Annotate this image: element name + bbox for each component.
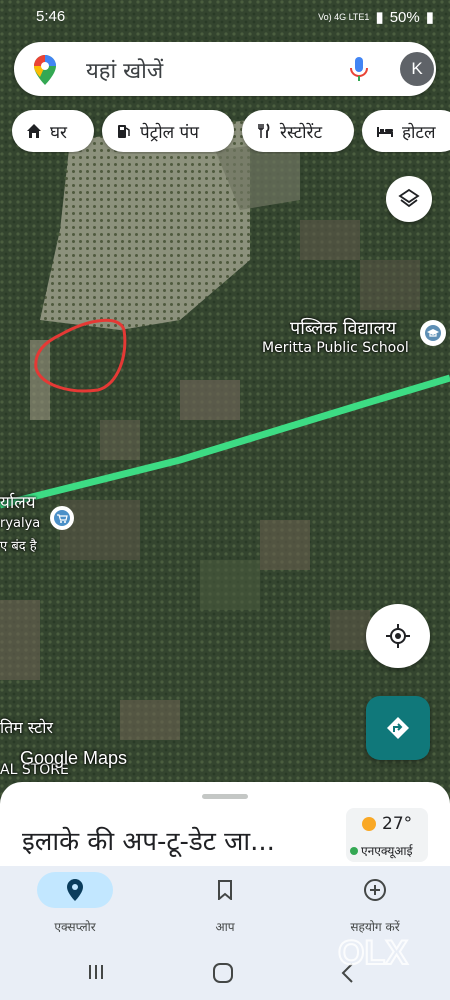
layers-icon (398, 188, 420, 208)
home-button-icon[interactable] (212, 962, 234, 984)
recent-apps-icon[interactable] (86, 962, 106, 982)
bed-icon (377, 127, 393, 137)
battery-icon: ▮ (425, 9, 434, 26)
aqi-label: एनएक्यूआई (361, 844, 413, 858)
sheet-title[interactable]: इलाके की अप-टू-डेट जा... (22, 822, 275, 858)
layers-button[interactable] (386, 176, 432, 222)
map-label-store-3[interactable]: ए बंद है (0, 536, 37, 554)
google-maps-pin-icon (34, 55, 56, 89)
nav-label: एक्सप्लोर (54, 920, 96, 934)
search-placeholder[interactable]: यहां खोजें (86, 55, 163, 85)
explore-pin-icon (67, 879, 83, 901)
shopping-cart-icon (54, 510, 70, 526)
map-label-school-hindi[interactable]: पब्लिक विद्यालय (290, 316, 396, 340)
bookmark-icon (218, 880, 232, 900)
nav-you[interactable]: आप (150, 866, 300, 942)
status-bar: 5:46 Vo) 4G LTE1 ▮ 50% ▮ (0, 0, 450, 34)
chip-label: घर (50, 122, 67, 143)
map-label-store-2[interactable]: ryalya (0, 516, 40, 531)
you-pill (187, 872, 263, 908)
aqi: एनएक्यूआई (350, 842, 412, 859)
chip-petrol-pump[interactable]: पेट्रोल पंप (102, 110, 234, 152)
store-marker[interactable] (50, 506, 74, 530)
explore-pill (37, 872, 113, 908)
chip-label: पेट्रोल पंप (140, 122, 199, 143)
my-location-button[interactable] (366, 604, 430, 668)
chip-label: रेस्टोरेंट (280, 122, 323, 143)
weather-widget[interactable]: 27° एनएक्यूआई (346, 808, 428, 862)
olx-watermark: OLX (334, 926, 418, 980)
directions-icon (387, 717, 409, 739)
signal-icon: ▮ (375, 9, 384, 26)
map-label-store-1[interactable]: र्यालय (0, 490, 36, 513)
status-icons: Vo) 4G LTE1 ▮ 50% ▮ (318, 8, 434, 27)
school-icon (425, 325, 441, 341)
sheet-drag-handle[interactable] (202, 794, 248, 799)
location-crosshair-icon (386, 624, 410, 648)
nav-label: आप (215, 920, 235, 934)
temperature: 27° (362, 814, 412, 834)
aqi-dot-icon (350, 846, 358, 855)
status-time: 5:46 (36, 8, 66, 25)
google-maps-logo: Google Maps (20, 748, 128, 768)
search-bar[interactable]: यहां खोजें K (14, 42, 436, 96)
sun-icon (362, 817, 376, 831)
chip-hotel[interactable]: होटल (362, 110, 450, 152)
gas-pump-icon (118, 125, 130, 138)
account-avatar[interactable]: K (400, 52, 434, 86)
map-label-school-english[interactable]: Meritta Public School (262, 340, 409, 356)
temperature-value: 27° (382, 814, 413, 834)
fork-knife-icon (258, 123, 270, 138)
chip-home[interactable]: घर (12, 110, 94, 152)
home-icon (27, 124, 41, 138)
olx-logo: OLX (337, 933, 409, 973)
add-circle-icon (364, 879, 386, 901)
battery-percent: 50% (389, 8, 420, 26)
chip-label: होटल (402, 122, 436, 143)
network-indicator: Vo) 4G LTE1 (318, 12, 370, 22)
contribute-pill (337, 872, 413, 908)
directions-button[interactable] (366, 696, 430, 760)
map-label-store-4[interactable]: तिम स्टोर (0, 716, 53, 738)
school-marker[interactable] (420, 320, 446, 346)
olx-logo-text: OLX (338, 934, 408, 972)
chip-restaurant[interactable]: रेस्टोरेंट (242, 110, 354, 152)
nav-explore[interactable]: एक्सप्लोर (0, 866, 150, 942)
mic-icon[interactable] (348, 56, 370, 86)
category-chips: घर पेट्रोल पंप रेस्टोरेंट होटल (12, 110, 450, 154)
